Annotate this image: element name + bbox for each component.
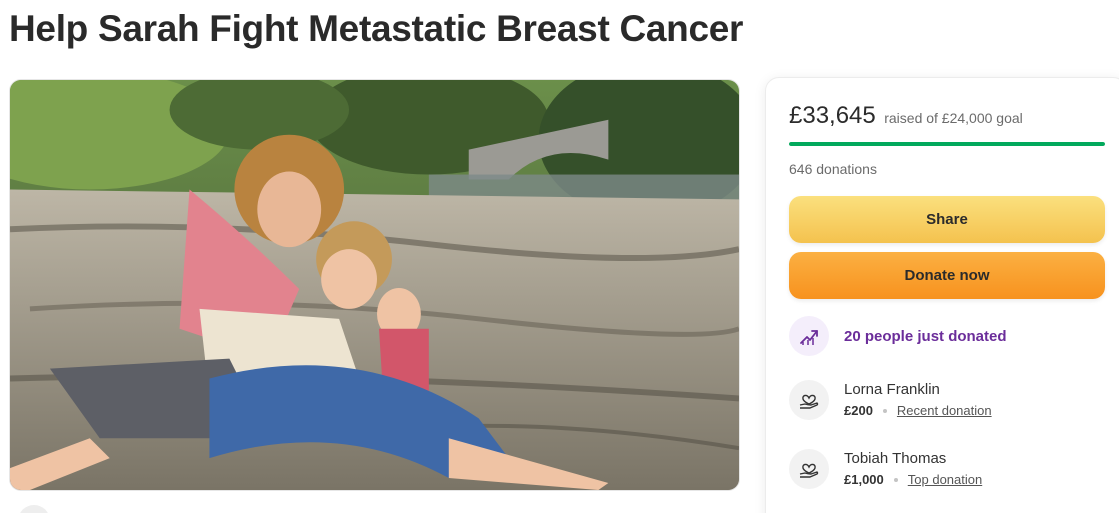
progress-bar <box>789 142 1105 146</box>
progress-fill <box>789 142 1105 146</box>
donation-tag-link[interactable]: Top donation <box>908 472 982 487</box>
donor-item: Tobiah Thomas £1,000 Top donation <box>789 449 982 489</box>
donation-tag-link[interactable]: Recent donation <box>897 403 992 418</box>
campaign-photo-illustration <box>10 80 739 490</box>
donation-card: £33,645 raised of £24,000 goal 646 donat… <box>765 77 1119 513</box>
raised-summary: £33,645 raised of £24,000 goal <box>789 102 1023 130</box>
donor-item: Lorna Franklin £200 Recent donation <box>789 380 992 420</box>
donate-now-button[interactable]: Donate now <box>789 252 1105 299</box>
separator-dot <box>893 477 898 482</box>
separator-dot <box>882 408 887 413</box>
organizer-avatar <box>18 505 50 513</box>
page-title: Help Sarah Fight Metastatic Breast Cance… <box>9 8 744 49</box>
share-button[interactable]: Share <box>789 196 1105 243</box>
heart-hand-icon <box>789 380 829 420</box>
heart-hand-icon <box>789 449 829 489</box>
donor-name: Lorna Franklin <box>844 381 940 398</box>
recent-activity[interactable]: 20 people just donated <box>789 316 1007 356</box>
trending-up-icon <box>789 316 829 356</box>
recent-activity-text: 20 people just donated <box>844 327 1007 345</box>
donor-name: Tobiah Thomas <box>844 450 947 467</box>
raised-amount: £33,645 <box>789 102 876 129</box>
campaign-photo[interactable] <box>9 79 740 491</box>
raised-goal-text: raised of £24,000 goal <box>884 110 1023 126</box>
donation-count: 646 donations <box>789 161 877 177</box>
donor-amount: £200 <box>844 403 873 418</box>
donor-amount: £1,000 <box>844 472 884 487</box>
